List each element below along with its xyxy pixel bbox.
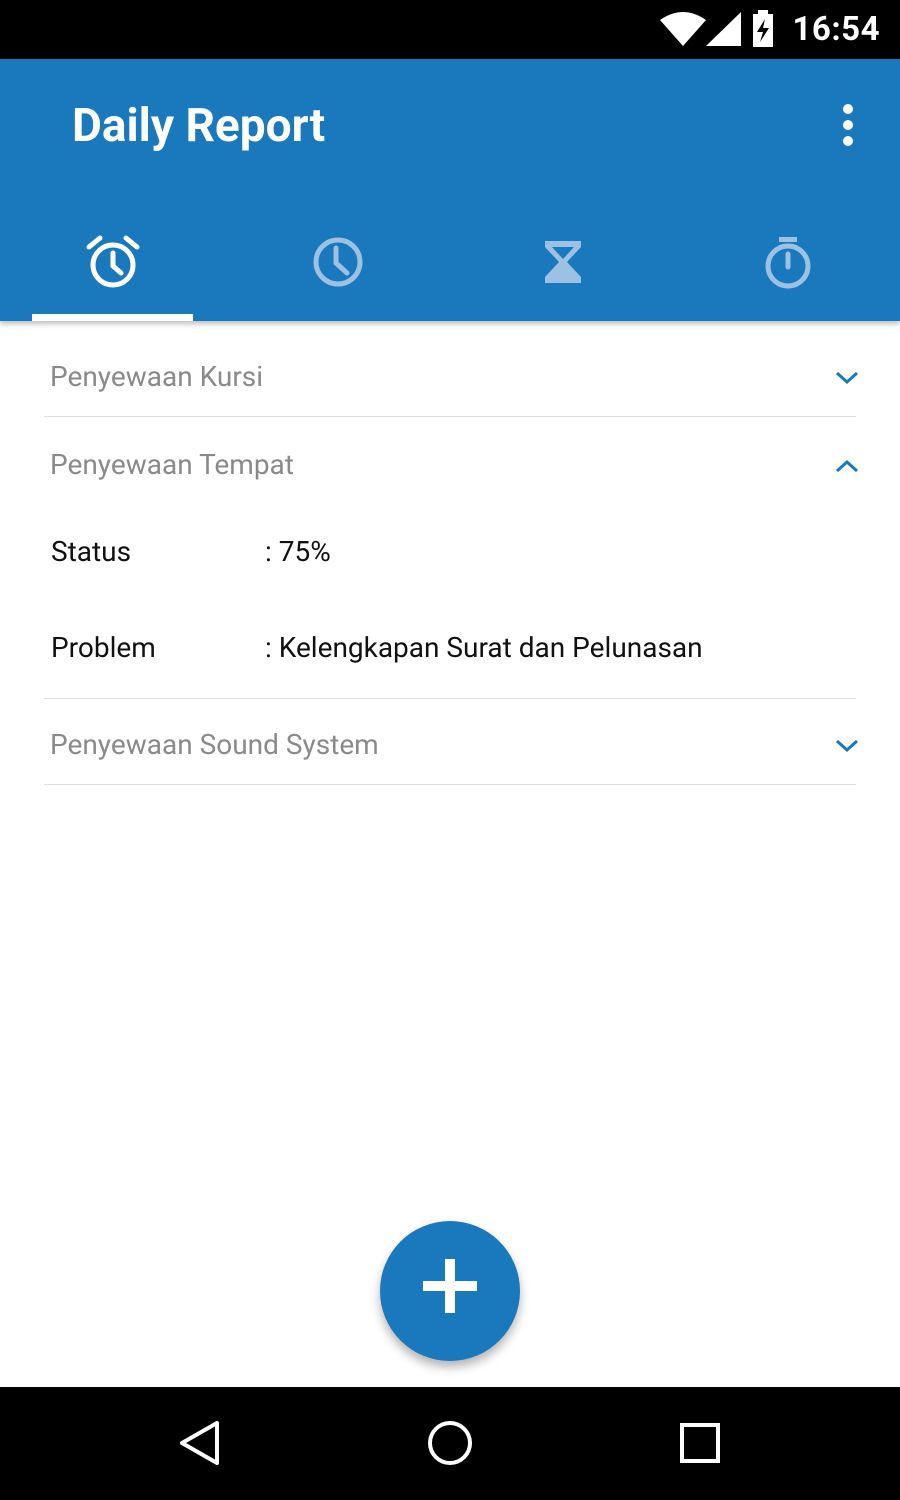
home-icon [428,1421,472,1465]
wifi-icon [660,12,706,46]
chevron-down-icon [835,371,859,385]
recents-icon [680,1423,720,1463]
clock-icon [313,237,362,287]
battery-charging-icon [753,10,773,47]
home-button[interactable] [425,1418,475,1468]
section-penyewaan-sound-system[interactable]: Penyewaan Sound System [44,728,859,768]
more-vert-icon[interactable] [824,103,872,151]
divider [44,784,856,785]
section-title: Penyewaan Sound System [50,728,379,761]
tab-indicator [32,314,193,321]
section-penyewaan-kursi[interactable]: Penyewaan Kursi [44,360,859,400]
app-title: Daily Report [72,99,326,153]
divider [44,698,856,699]
status-bar: 16:54 [0,0,900,59]
divider [44,416,856,417]
nav-bar [0,1387,900,1500]
add-button[interactable] [380,1221,520,1361]
alarm-clock-icon [86,235,139,288]
signal-icon [706,12,741,46]
status-value: : 75% [265,535,331,568]
tab-stopwatch[interactable] [707,219,868,321]
stopwatch-icon [765,237,810,289]
tab-hourglass[interactable] [482,219,643,321]
back-icon [180,1421,219,1465]
plus-icon [423,1259,477,1313]
chevron-down-icon [835,739,859,753]
chevron-up-icon [835,459,859,473]
section-penyewaan-tempat[interactable]: Penyewaan Tempat [44,448,859,488]
problem-label: Problem [51,631,156,664]
app-bar: Daily Report [0,59,900,321]
tab-alarm[interactable] [32,219,193,321]
back-button[interactable] [175,1418,225,1468]
hourglass-icon [544,241,581,283]
section-title: Penyewaan Kursi [50,360,264,393]
status-time: 16:54 [792,10,880,49]
status-label: Status [51,535,132,568]
tab-clock[interactable] [257,219,418,321]
problem-value: : Kelengkapan Surat dan Pelunasan [265,631,703,664]
section-title: Penyewaan Tempat [50,448,294,481]
recents-button[interactable] [675,1418,725,1468]
